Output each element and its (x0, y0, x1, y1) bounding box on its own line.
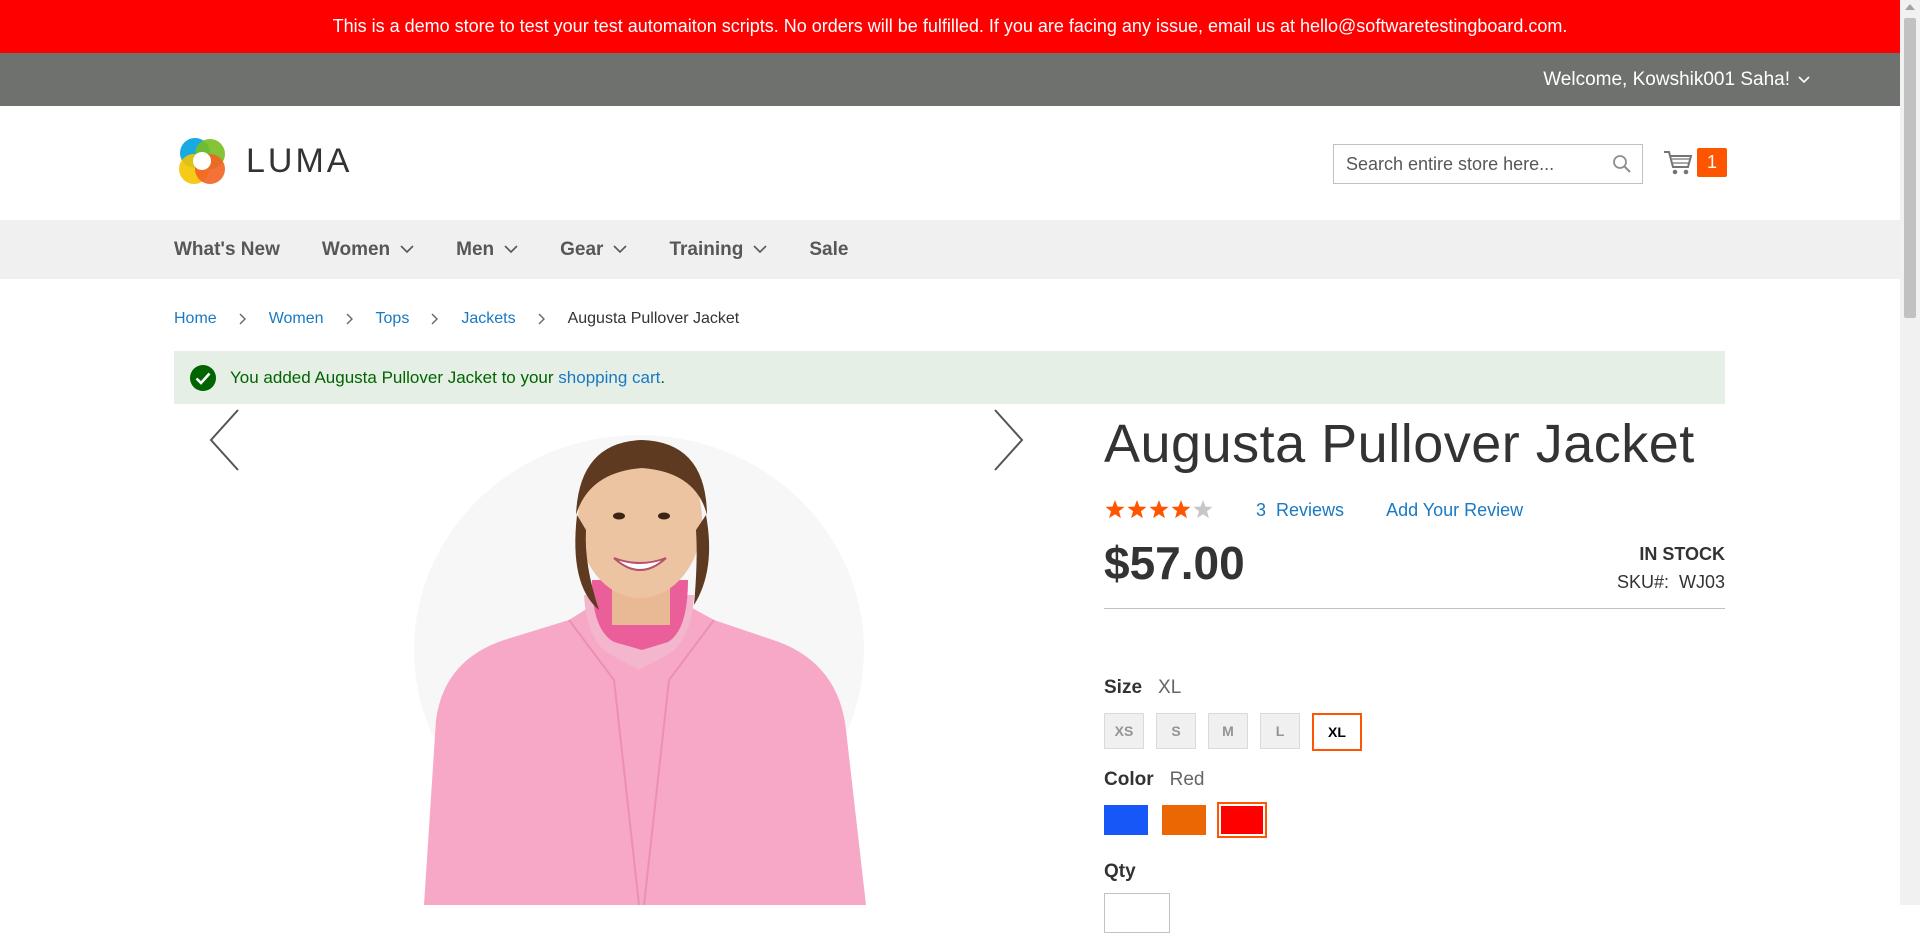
divider (1104, 608, 1725, 609)
chevron-right-icon (239, 313, 247, 325)
qty-label: Qty (1104, 861, 1136, 882)
customer-welcome-dropdown[interactable]: Welcome, Kowshik001 Saha! (1543, 53, 1810, 106)
chevron-down-icon (753, 245, 767, 254)
nav-item-label: Women (321, 238, 391, 260)
size-selected-value: XL (1158, 677, 1182, 698)
nav-item-training[interactable]: Training (669, 239, 767, 261)
chevron-down-icon (504, 245, 518, 254)
sku-label: SKU#: (1616, 572, 1669, 592)
success-message: You added Augusta Pullover Jacket to you… (174, 351, 1725, 404)
size-attribute: Size XL XS S M L XL (1104, 677, 1725, 751)
search-input[interactable] (1334, 153, 1628, 175)
welcome-text: Welcome, Kowshik001 Saha! (1543, 68, 1790, 90)
color-swatch-red[interactable] (1217, 802, 1267, 838)
color-attribute: Color Red (1104, 769, 1725, 838)
chevron-down-icon (613, 245, 628, 254)
star-filled-icon (1149, 500, 1169, 519)
breadcrumb-women[interactable]: Women (269, 310, 324, 328)
size-swatch-m[interactable]: M (1208, 713, 1248, 749)
color-swatch-orange[interactable] (1162, 805, 1206, 835)
color-swatches (1104, 802, 1725, 838)
demo-store-notice: This is a demo store to test your test a… (0, 0, 1900, 53)
header-panel: Welcome, Kowshik001 Saha! (0, 53, 1900, 106)
nav-item-label: What's New (174, 238, 280, 260)
breadcrumb-tops[interactable]: Tops (376, 310, 410, 328)
minicart-button[interactable]: 1 (1663, 148, 1727, 177)
size-label: Size (1104, 677, 1143, 698)
qty-field: Qty (1104, 861, 1725, 933)
shopping-cart-link[interactable]: shopping cart (558, 368, 660, 388)
reviews-count: 3 (1256, 499, 1267, 520)
nav-item-gear[interactable]: Gear (560, 238, 628, 261)
luma-logo[interactable]: LUMA (174, 133, 352, 189)
main-navigation: What's New Women Men Gear Training Sale (0, 220, 1900, 279)
sku-value: WJ03 (1678, 572, 1725, 592)
size-swatch-s[interactable]: S (1156, 713, 1196, 749)
rating-stars (1105, 500, 1213, 519)
message-suffix: . (660, 367, 666, 387)
breadcrumb-current: Augusta Pullover Jacket (567, 310, 740, 327)
gallery-prev-arrow-icon[interactable] (208, 408, 242, 472)
nav-item-women[interactable]: Women (322, 239, 414, 261)
nav-item-whats-new[interactable]: What's New (174, 239, 280, 261)
product-title: Augusta Pullover Jacket (1104, 414, 1695, 474)
star-empty-icon (1193, 500, 1213, 519)
scroll-up-arrow-icon[interactable] (1905, 4, 1915, 10)
color-selected-value: Red (1169, 769, 1205, 790)
page-scrollbar[interactable] (1900, 0, 1920, 905)
luma-logo-icon (179, 138, 225, 184)
checkmark-circle-icon (190, 364, 216, 391)
nav-item-label: Training (669, 238, 744, 260)
product-price: $57.00 (1104, 537, 1245, 589)
breadcrumb-home[interactable]: Home (174, 310, 217, 328)
reviews-count-link[interactable]: 3 Reviews (1256, 500, 1344, 521)
nav-item-label: Gear (560, 238, 604, 260)
nav-item-men[interactable]: Men (456, 239, 518, 261)
chevron-right-icon (538, 313, 546, 325)
size-swatch-xs[interactable]: XS (1104, 713, 1144, 749)
breadcrumb-jackets[interactable]: Jackets (461, 310, 515, 328)
size-swatch-l[interactable]: L (1260, 713, 1300, 749)
logo-text: LUMA (246, 141, 353, 180)
color-label: Color (1104, 769, 1154, 790)
scroll-thumb[interactable] (1904, 18, 1916, 318)
gallery-next-arrow-icon[interactable] (991, 408, 1025, 472)
nav-item-label: Men (456, 238, 495, 260)
color-swatch-blue[interactable] (1104, 805, 1148, 835)
search-icon[interactable] (1612, 154, 1632, 174)
star-filled-icon (1105, 500, 1125, 519)
chevron-down-icon (400, 245, 414, 254)
stock-status: IN STOCK (1639, 544, 1725, 564)
star-filled-icon (1127, 500, 1147, 519)
add-review-link[interactable]: Add Your Review (1386, 500, 1523, 521)
chevron-down-icon (1798, 75, 1810, 83)
nav-item-sale[interactable]: Sale (809, 239, 848, 261)
cart-count-badge: 1 (1697, 148, 1727, 177)
star-filled-icon (1171, 500, 1191, 519)
nav-item-label: Sale (809, 238, 849, 260)
product-info-main: Augusta Pullover Jacket 3 Reviews Add Yo… (1104, 412, 1725, 933)
product-sku: SKU#: WJ03 (1617, 572, 1725, 593)
product-gallery (174, 420, 1054, 905)
size-swatch-xl[interactable]: XL (1312, 713, 1362, 751)
search-box (1333, 144, 1643, 184)
message-text: You added Augusta Pullover Jacket to you… (230, 367, 554, 387)
product-image[interactable] (174, 420, 1054, 905)
chevron-right-icon (346, 313, 354, 325)
size-swatches: XS S M L XL (1104, 713, 1725, 751)
demo-notice-text: This is a demo store to test your test a… (332, 16, 1568, 36)
breadcrumb: Home Women Tops Jackets Augusta Pullover… (174, 310, 739, 328)
shopping-cart-icon (1664, 150, 1693, 174)
product-reviews-summary: 3 Reviews Add Your Review (1104, 498, 1725, 522)
reviews-label: Reviews (1276, 499, 1345, 520)
page-header: LUMA 1 (0, 106, 1900, 220)
price-stock-row: $57.00 IN STOCK SKU#: WJ03 (1104, 536, 1725, 596)
qty-input[interactable] (1104, 893, 1170, 933)
chevron-right-icon (431, 313, 439, 325)
